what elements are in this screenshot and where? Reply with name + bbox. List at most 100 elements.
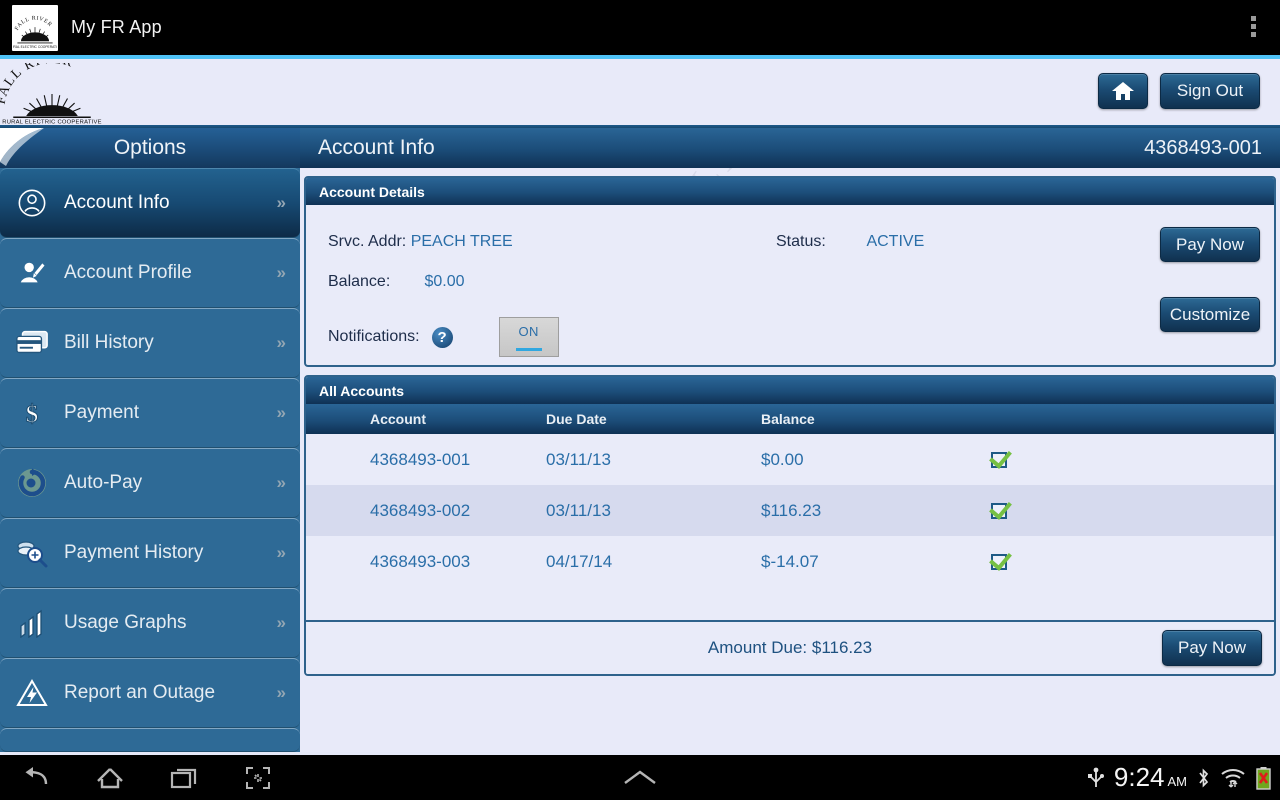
status-value: ACTIVE <box>866 233 925 250</box>
status-row: Status: ACTIVE <box>776 233 924 251</box>
home-button[interactable] <box>1098 73 1148 109</box>
fall-river-logo-small: FALL RIVER RURAL ELECTRIC COOPERATIVE <box>13 15 57 48</box>
sidebar-item-label: Account Profile <box>64 262 192 283</box>
sidebar-header: Options <box>0 128 300 168</box>
svg-text:$: $ <box>26 401 39 428</box>
dollar-sign-icon: $ <box>0 378 64 448</box>
service-address-row: Srvc. Addr: PEACH TREE <box>328 233 513 251</box>
status-label: Status: <box>776 233 826 250</box>
sidebar-item-label: Bill History <box>64 332 154 353</box>
sidebar-item-report-an-outage[interactable]: Report an Outage » <box>0 658 300 728</box>
cell-account: 4368493-003 <box>370 551 471 571</box>
brand-header: FALL RIVER RURAL E <box>0 59 1280 128</box>
chevron-right-icon: » <box>276 263 286 282</box>
sidebar-item-label: Account Info <box>64 192 170 213</box>
cell-due-date: 03/11/13 <box>546 500 611 520</box>
pay-now-button-accounts[interactable]: Pay Now <box>1162 630 1262 666</box>
system-nav-buttons <box>12 755 282 800</box>
clock-ampm: AM <box>1167 774 1188 789</box>
help-icon[interactable]: ? <box>431 326 453 348</box>
app-page: FALL RIVER RURAL E <box>0 59 1280 755</box>
accounts-table-footer: Amount Due: $116.23 Pay Now <box>306 620 1274 674</box>
header-actions: Sign Out <box>1098 73 1260 109</box>
home-icon[interactable] <box>86 755 134 800</box>
sidebar-item-label: Usage Graphs <box>64 612 187 633</box>
credit-card-icon <box>0 308 64 378</box>
system-status-tray: 9:24 AM <box>1087 755 1272 800</box>
bluetooth-icon <box>1199 767 1209 788</box>
overflow-menu-icon[interactable] <box>1251 16 1256 37</box>
notifications-toggle-state: ON <box>518 323 539 339</box>
balance-value: $0.00 <box>424 273 465 290</box>
checkbox-checked-icon[interactable] <box>991 451 1007 468</box>
svg-text:FALL RIVER: FALL RIVER <box>0 63 76 105</box>
balance-row: Balance: $0.00 <box>328 273 465 291</box>
sign-out-button[interactable]: Sign Out <box>1160 73 1260 109</box>
table-row[interactable]: 4368493-001 03/11/13 $0.00 <box>306 434 1274 485</box>
accounts-table-body: 4368493-001 03/11/13 $0.00 4368493-002 0… <box>306 434 1274 620</box>
sidebar-item-payment[interactable]: $ Payment » <box>0 378 300 448</box>
sidebar-item-account-info[interactable]: Account Info » <box>0 168 300 238</box>
all-accounts-card: All Accounts Account Due Date Balance 43… <box>304 375 1276 676</box>
screen-root: FALL RIVER RURAL ELECTRIC COOPERATIVE My… <box>0 0 1280 800</box>
sidebar-item-bill-history[interactable]: Bill History » <box>0 308 300 378</box>
screenshot-icon[interactable] <box>234 755 282 800</box>
warning-bolt-icon <box>0 658 64 728</box>
service-address-label: Srvc. Addr: <box>328 233 407 250</box>
table-row[interactable]: 4368493-003 04/17/14 $-14.07 <box>306 536 1274 587</box>
page-title: Account Info <box>318 136 435 159</box>
checkbox-checked-icon[interactable] <box>991 502 1007 519</box>
cell-balance: $-14.07 <box>761 551 819 571</box>
user-edit-icon <box>0 238 64 308</box>
sidebar-item-label: Report an Outage <box>64 682 216 703</box>
sidebar-item-payment-history[interactable]: Payment History » <box>0 518 300 588</box>
battery-error-icon <box>1256 766 1271 790</box>
content-row: Options Account Info » Account Profile »… <box>0 128 1280 752</box>
wifi-icon <box>1221 768 1245 787</box>
android-app-bar: FALL RIVER RURAL ELECTRIC COOPERATIVE My… <box>0 0 1280 55</box>
cell-select[interactable] <box>991 502 1111 519</box>
table-row[interactable]: 4368493-002 03/11/13 $116.23 <box>306 485 1274 536</box>
app-icon: FALL RIVER RURAL ELECTRIC COOPERATIVE <box>12 4 58 51</box>
sidebar-item-partial[interactable] <box>0 728 300 752</box>
checkbox-checked-icon[interactable] <box>991 553 1007 570</box>
page-title-bar: Account Info 4368493-001 <box>300 128 1280 168</box>
sidebar: Options Account Info » Account Profile »… <box>0 128 300 752</box>
balance-label: Balance: <box>328 273 391 290</box>
chevron-up-icon[interactable] <box>620 755 660 800</box>
sidebar-item-label: Payment <box>64 402 139 423</box>
chevron-right-icon: » <box>276 543 286 562</box>
sidebar-item-auto-pay[interactable]: Auto-Pay » <box>0 448 300 518</box>
user-circle-icon <box>0 168 64 238</box>
clock-time: 9:24 <box>1113 762 1165 792</box>
column-header-balance: Balance <box>761 411 815 427</box>
customize-button[interactable]: Customize <box>1160 297 1260 332</box>
toggle-indicator-bar <box>515 347 542 351</box>
all-accounts-header: All Accounts <box>306 377 1274 404</box>
page-curl-decoration <box>0 128 52 168</box>
recent-apps-icon[interactable] <box>160 755 208 800</box>
sidebar-item-account-profile[interactable]: Account Profile » <box>0 238 300 308</box>
status-clock: 9:24 AM <box>1114 762 1187 793</box>
chevron-right-icon: » <box>276 333 286 352</box>
cell-balance: $0.00 <box>761 449 804 469</box>
notifications-toggle[interactable]: ON <box>498 317 559 357</box>
main-content: FALL RIVER RURAL E <box>300 128 1280 752</box>
back-arrow-icon[interactable] <box>12 755 60 800</box>
system-navigation-bar: 9:24 AM <box>0 755 1280 800</box>
cell-balance: $116.23 <box>761 500 822 520</box>
amount-due-label: Amount Due: <box>707 638 808 657</box>
notifications-row: Notifications: ? ON <box>328 317 559 357</box>
cell-account: 4368493-002 <box>370 500 471 520</box>
sidebar-item-label: Auto-Pay <box>64 472 143 493</box>
sidebar-item-label: Payment History <box>64 542 204 563</box>
pay-now-button-details[interactable]: Pay Now <box>1160 227 1260 262</box>
sidebar-item-usage-graphs[interactable]: Usage Graphs » <box>0 588 300 658</box>
amount-due-group: Amount Due: $116.23 <box>708 638 872 658</box>
column-header-due-date: Due Date <box>546 411 607 427</box>
sidebar-menu: Account Info » Account Profile » Bill Hi… <box>0 168 300 752</box>
cell-select[interactable] <box>991 553 1111 570</box>
chevron-right-icon: » <box>276 613 286 632</box>
cell-select[interactable] <box>991 451 1111 468</box>
app-title: My FR App <box>71 17 162 37</box>
